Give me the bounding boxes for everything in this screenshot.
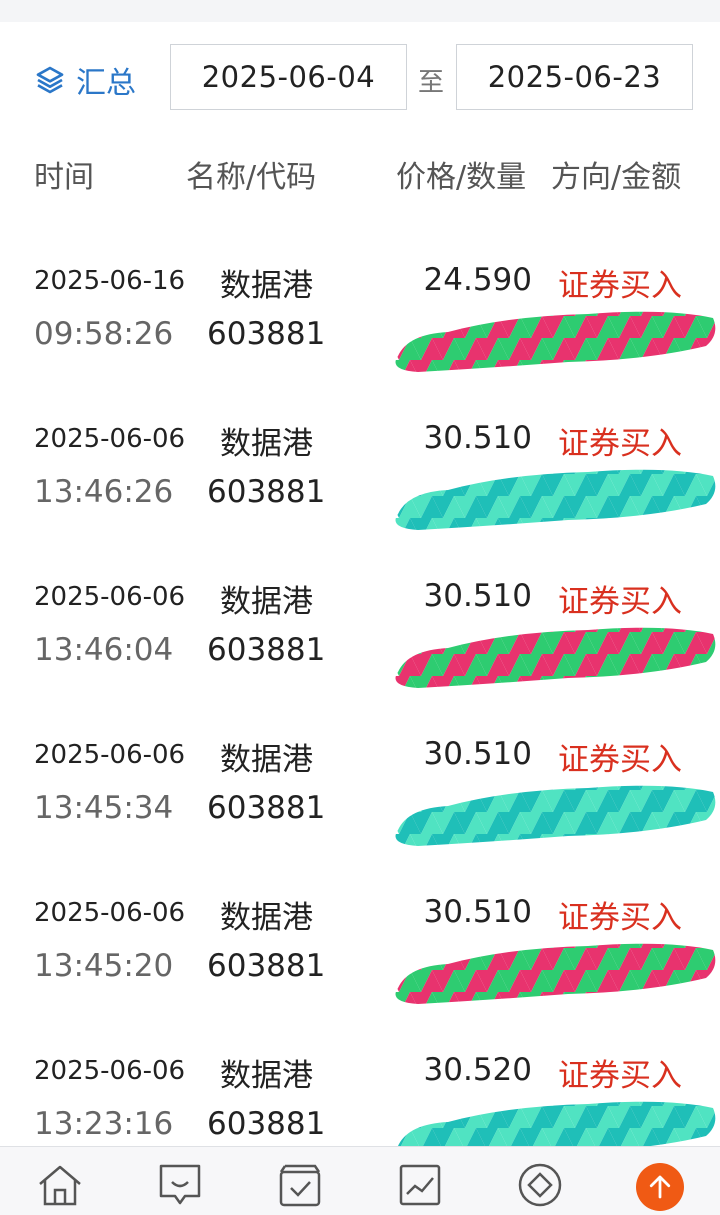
- trade-date: 2025-06-06: [34, 424, 186, 454]
- home-icon[interactable]: [34, 1161, 86, 1209]
- redaction-mark: [395, 943, 716, 1004]
- message-icon[interactable]: [154, 1161, 206, 1209]
- stock-code: 603881: [207, 316, 326, 352]
- column-direction-amount: 方向/金额: [551, 160, 682, 195]
- stock-code: 603881: [207, 632, 326, 668]
- trade-row[interactable]: 2025-06-06 13:45:20 数据港 603881 30.510 证券买入: [0, 860, 720, 1019]
- end-date-field[interactable]: 2025-06-23: [456, 44, 693, 110]
- trade-time: 13:45:20: [34, 948, 174, 984]
- scroll-top-icon[interactable]: [636, 1163, 684, 1211]
- trade-time: 13:46:26: [34, 474, 174, 510]
- trade-date: 2025-06-06: [34, 740, 186, 770]
- redaction-mark: [395, 627, 716, 688]
- trade-price: 24.590: [423, 262, 532, 298]
- trade-list: 2025-06-16 09:58:26 数据港 603881 24.590 证券买入 202…: [0, 228, 720, 1146]
- trade-row[interactable]: 2025-06-06 13:46:26 数据港 603881 30.510 证券买入: [0, 386, 720, 545]
- column-name-code: 名称/代码: [186, 160, 317, 195]
- column-header: 时间 名称/代码 价格/数量 方向/金额: [0, 134, 720, 209]
- filter-bar: 汇总 2025-06-04 至 2025-06-23: [0, 22, 720, 134]
- trade-date: 2025-06-06: [34, 898, 186, 928]
- stock-code: 603881: [207, 1106, 326, 1142]
- bottom-tab-bar: [0, 1146, 720, 1215]
- orders-icon[interactable]: [274, 1161, 326, 1209]
- trade-price: 30.520: [423, 1052, 532, 1088]
- redaction-mark: [395, 469, 716, 530]
- trade-time: 13:23:16: [34, 1106, 174, 1142]
- trade-time: 13:46:04: [34, 632, 174, 668]
- stock-name: 数据港: [220, 742, 313, 778]
- trade-price: 30.510: [423, 894, 532, 930]
- summary-button[interactable]: 汇总: [34, 60, 136, 101]
- trade-icon[interactable]: [514, 1161, 566, 1209]
- trade-row[interactable]: 2025-06-16 09:58:26 数据港 603881 24.590 证券买入: [0, 228, 720, 387]
- redaction-mark: [395, 1101, 716, 1146]
- trade-row[interactable]: 2025-06-06 13:23:16 数据港 603881 30.520 证券买入: [0, 1018, 720, 1146]
- stock-name: 数据港: [220, 268, 313, 304]
- trade-date: 2025-06-06: [34, 582, 186, 612]
- layers-icon: [36, 66, 64, 94]
- summary-label: 汇总: [76, 66, 136, 101]
- trade-price: 30.510: [423, 420, 532, 456]
- trade-price: 30.510: [423, 578, 532, 614]
- trade-row[interactable]: 2025-06-06 13:46:04 数据港 603881 30.510 证券买入: [0, 544, 720, 703]
- trade-date: 2025-06-06: [34, 1056, 186, 1086]
- list-spacer: [0, 208, 720, 229]
- trade-time: 09:58:26: [34, 316, 174, 352]
- trade-price: 30.510: [423, 736, 532, 772]
- stock-name: 数据港: [220, 1058, 313, 1094]
- date-range-separator: 至: [418, 68, 445, 98]
- redaction-mark: [395, 785, 716, 846]
- stock-code: 603881: [207, 790, 326, 826]
- stock-name: 数据港: [220, 426, 313, 462]
- stock-name: 数据港: [220, 584, 313, 620]
- stock-code: 603881: [207, 474, 326, 510]
- column-price-qty: 价格/数量: [396, 160, 527, 195]
- market-icon[interactable]: [394, 1161, 446, 1209]
- status-strip: [0, 0, 720, 22]
- start-date-field[interactable]: 2025-06-04: [170, 44, 407, 110]
- trade-row[interactable]: 2025-06-06 13:45:34 数据港 603881 30.510 证券买入: [0, 702, 720, 861]
- stock-code: 603881: [207, 948, 326, 984]
- trade-date: 2025-06-16: [34, 266, 186, 296]
- column-time: 时间: [34, 160, 94, 195]
- trade-time: 13:45:34: [34, 790, 174, 826]
- stock-name: 数据港: [220, 900, 313, 936]
- redaction-mark: [395, 311, 716, 372]
